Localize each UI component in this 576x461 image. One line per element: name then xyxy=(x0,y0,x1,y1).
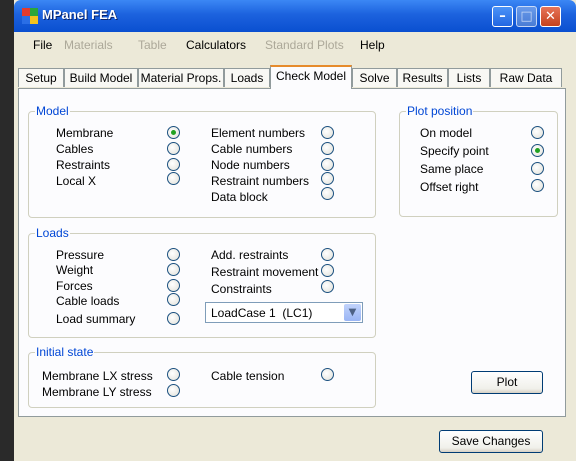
tab-check-model[interactable]: Check Model xyxy=(270,65,352,89)
cable-numbers-radio[interactable] xyxy=(321,142,334,155)
add-restraints-label: Add. restraints xyxy=(211,248,289,262)
tab-strip: Setup Build Model Material Props. Loads … xyxy=(14,65,576,90)
restraint-movement-label: Restraint movement xyxy=(211,265,319,279)
loadcase-select[interactable]: LoadCase 1 (LC1) ▼ xyxy=(205,302,363,323)
same-place-radio[interactable] xyxy=(531,162,544,175)
membrane-ly-stress-radio[interactable] xyxy=(167,384,180,397)
restraint-movement-radio[interactable] xyxy=(321,264,334,277)
membrane-lx-stress-radio[interactable] xyxy=(167,368,180,381)
cable-loads-label: Cable loads xyxy=(56,294,120,308)
menu-materials[interactable]: Materials xyxy=(64,38,113,52)
loadcase-select-value: LoadCase 1 (LC1) xyxy=(211,306,313,320)
same-place-label: Same place xyxy=(420,162,484,176)
close-icon: ✕ xyxy=(545,9,556,24)
tab-setup[interactable]: Setup xyxy=(18,68,64,87)
tab-loads[interactable]: Loads xyxy=(224,68,270,87)
menu-standard-plots[interactable]: Standard Plots xyxy=(265,38,344,52)
add-restraints-radio[interactable] xyxy=(321,248,334,261)
tab-build-model[interactable]: Build Model xyxy=(64,68,138,87)
constraints-label: Constraints xyxy=(211,282,272,296)
title-bar: MPanel FEA – □ ✕ xyxy=(14,0,576,32)
data-block-label: Data block xyxy=(211,190,268,204)
maximize-icon: □ xyxy=(520,9,533,24)
pressure-radio[interactable] xyxy=(167,248,180,261)
offset-right-radio[interactable] xyxy=(531,179,544,192)
model-group-title: Model xyxy=(35,104,70,118)
cable-tension-label: Cable tension xyxy=(211,369,285,383)
membrane-radio[interactable] xyxy=(167,126,180,139)
initial-state-group-title: Initial state xyxy=(35,345,95,359)
tab-solve[interactable]: Solve xyxy=(352,68,397,87)
cable-loads-radio[interactable] xyxy=(167,293,180,306)
menu-help[interactable]: Help xyxy=(360,38,385,52)
membrane-label: Membrane xyxy=(56,126,114,140)
element-numbers-label: Element numbers xyxy=(211,126,306,140)
restraints-label: Restraints xyxy=(56,158,111,172)
desktop-edge xyxy=(0,0,14,461)
minimize-icon: – xyxy=(499,9,506,24)
weight-label: Weight xyxy=(56,263,94,277)
save-changes-button[interactable]: Save Changes xyxy=(439,430,543,453)
tab-raw-data[interactable]: Raw Data xyxy=(490,68,562,87)
local-x-label: Local X xyxy=(56,174,97,188)
on-model-label: On model xyxy=(420,126,473,140)
data-block-radio[interactable] xyxy=(321,187,334,200)
local-x-radio[interactable] xyxy=(167,172,180,185)
close-button[interactable]: ✕ xyxy=(540,6,561,27)
specify-point-label: Specify point xyxy=(420,144,489,158)
load-summary-label: Load summary xyxy=(56,312,136,326)
cables-label: Cables xyxy=(56,142,94,156)
plot-button[interactable]: Plot xyxy=(471,371,543,394)
on-model-radio[interactable] xyxy=(531,126,544,139)
app-window: MPanel FEA – □ ✕ File Materials Table Ca… xyxy=(14,0,576,461)
node-numbers-radio[interactable] xyxy=(321,158,334,171)
menu-calculators[interactable]: Calculators xyxy=(186,38,246,52)
restraint-numbers-label: Restraint numbers xyxy=(211,174,310,188)
minimize-button[interactable]: – xyxy=(492,6,513,27)
forces-label: Forces xyxy=(56,279,93,293)
tab-material-props[interactable]: Material Props. xyxy=(138,68,224,87)
chevron-down-icon[interactable]: ▼ xyxy=(344,304,361,321)
forces-radio[interactable] xyxy=(167,279,180,292)
tab-lists[interactable]: Lists xyxy=(448,68,490,87)
constraints-radio[interactable] xyxy=(321,280,334,293)
menu-bar: File Materials Table Calculators Standar… xyxy=(14,32,576,57)
specify-point-radio[interactable] xyxy=(531,144,544,157)
load-summary-radio[interactable] xyxy=(167,312,180,325)
loads-group-title: Loads xyxy=(35,226,70,240)
menu-file[interactable]: File xyxy=(33,38,52,52)
cable-numbers-label: Cable numbers xyxy=(211,142,293,156)
app-icon xyxy=(22,8,38,24)
tab-results[interactable]: Results xyxy=(397,68,448,87)
offset-right-label: Offset right xyxy=(420,180,479,194)
maximize-button[interactable]: □ xyxy=(516,6,537,27)
membrane-lx-stress-label: Membrane LX stress xyxy=(42,369,153,383)
membrane-ly-stress-label: Membrane LY stress xyxy=(42,385,152,399)
node-numbers-label: Node numbers xyxy=(211,158,290,172)
restraints-radio[interactable] xyxy=(167,158,180,171)
window-title: MPanel FEA xyxy=(42,7,118,22)
menu-table[interactable]: Table xyxy=(138,38,167,52)
weight-radio[interactable] xyxy=(167,263,180,276)
cable-tension-radio[interactable] xyxy=(321,368,334,381)
plot-position-group-title: Plot position xyxy=(406,104,474,118)
restraint-numbers-radio[interactable] xyxy=(321,172,334,185)
element-numbers-radio[interactable] xyxy=(321,126,334,139)
cables-radio[interactable] xyxy=(167,142,180,155)
pressure-label: Pressure xyxy=(56,248,105,262)
